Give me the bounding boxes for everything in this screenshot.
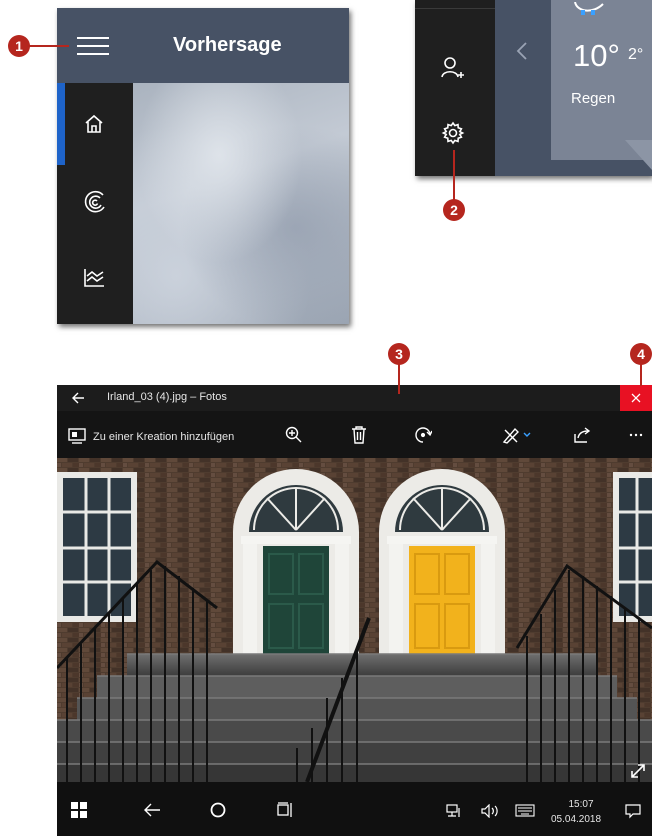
clock-time[interactable]: 15:07 <box>567 799 595 810</box>
photo-image[interactable] <box>57 458 652 782</box>
callout-2: 2 <box>443 199 465 221</box>
back-arrow-icon[interactable] <box>143 802 161 818</box>
page-title: Vorhersage <box>173 34 282 56</box>
hamburger-menu-icon[interactable] <box>77 36 109 56</box>
window-title: Irland_03 (4).jpg – Fotos <box>107 391 227 403</box>
clock-date[interactable]: 05.04.2018 <box>551 814 601 825</box>
rotate-icon[interactable] <box>414 426 432 444</box>
callout-4: 4 <box>630 343 652 365</box>
add-user-icon[interactable] <box>441 56 467 80</box>
add-to-creation-button[interactable]: Zu einer Kreation hinzufügen <box>93 431 234 443</box>
photos-window: Irland_03 (4).jpg – Fotos Zu einer Kreat… <box>57 385 652 836</box>
keyboard-icon[interactable] <box>515 804 535 817</box>
fullscreen-icon[interactable] <box>629 762 647 780</box>
home-icon[interactable] <box>83 113 105 135</box>
callout-3-line <box>398 362 400 394</box>
temperature-low: 2° <box>628 46 644 63</box>
chart-icon[interactable] <box>82 267 106 289</box>
delete-icon[interactable] <box>351 426 367 444</box>
volume-icon[interactable] <box>481 804 499 818</box>
circle-icon[interactable] <box>210 802 226 818</box>
close-button[interactable] <box>620 385 652 411</box>
weather-card[interactable] <box>551 0 652 160</box>
close-icon <box>631 393 641 403</box>
callout-3: 3 <box>388 343 410 365</box>
radar-icon[interactable] <box>83 190 107 214</box>
edit-icon[interactable] <box>502 426 532 444</box>
network-icon[interactable] <box>446 804 462 818</box>
back-arrow-icon[interactable] <box>72 392 85 404</box>
more-icon[interactable] <box>629 433 643 437</box>
callout-1: 1 <box>8 35 30 57</box>
weather-settings-panel: 10° 2° Regen <box>415 0 652 176</box>
notification-icon[interactable] <box>625 803 641 819</box>
rain-cloud-icon <box>573 2 607 16</box>
zoom-in-icon[interactable] <box>285 426 303 444</box>
weather-background-image <box>133 83 349 324</box>
windows-start-icon[interactable] <box>71 802 87 818</box>
temperature: 10° <box>573 38 620 73</box>
chevron-left-icon[interactable] <box>516 41 528 61</box>
card-corner <box>625 140 652 176</box>
settings-gear-icon[interactable] <box>441 121 465 145</box>
active-indicator <box>57 83 65 165</box>
divider <box>415 8 495 9</box>
callout-2-line <box>453 150 455 200</box>
task-view-icon[interactable] <box>277 802 293 818</box>
weather-condition: Regen <box>571 90 616 107</box>
callout-4-line <box>640 362 642 386</box>
slideshow-icon[interactable] <box>67 427 87 445</box>
share-icon[interactable] <box>573 426 591 444</box>
weather-forecast-panel: Vorhersage <box>57 8 349 324</box>
